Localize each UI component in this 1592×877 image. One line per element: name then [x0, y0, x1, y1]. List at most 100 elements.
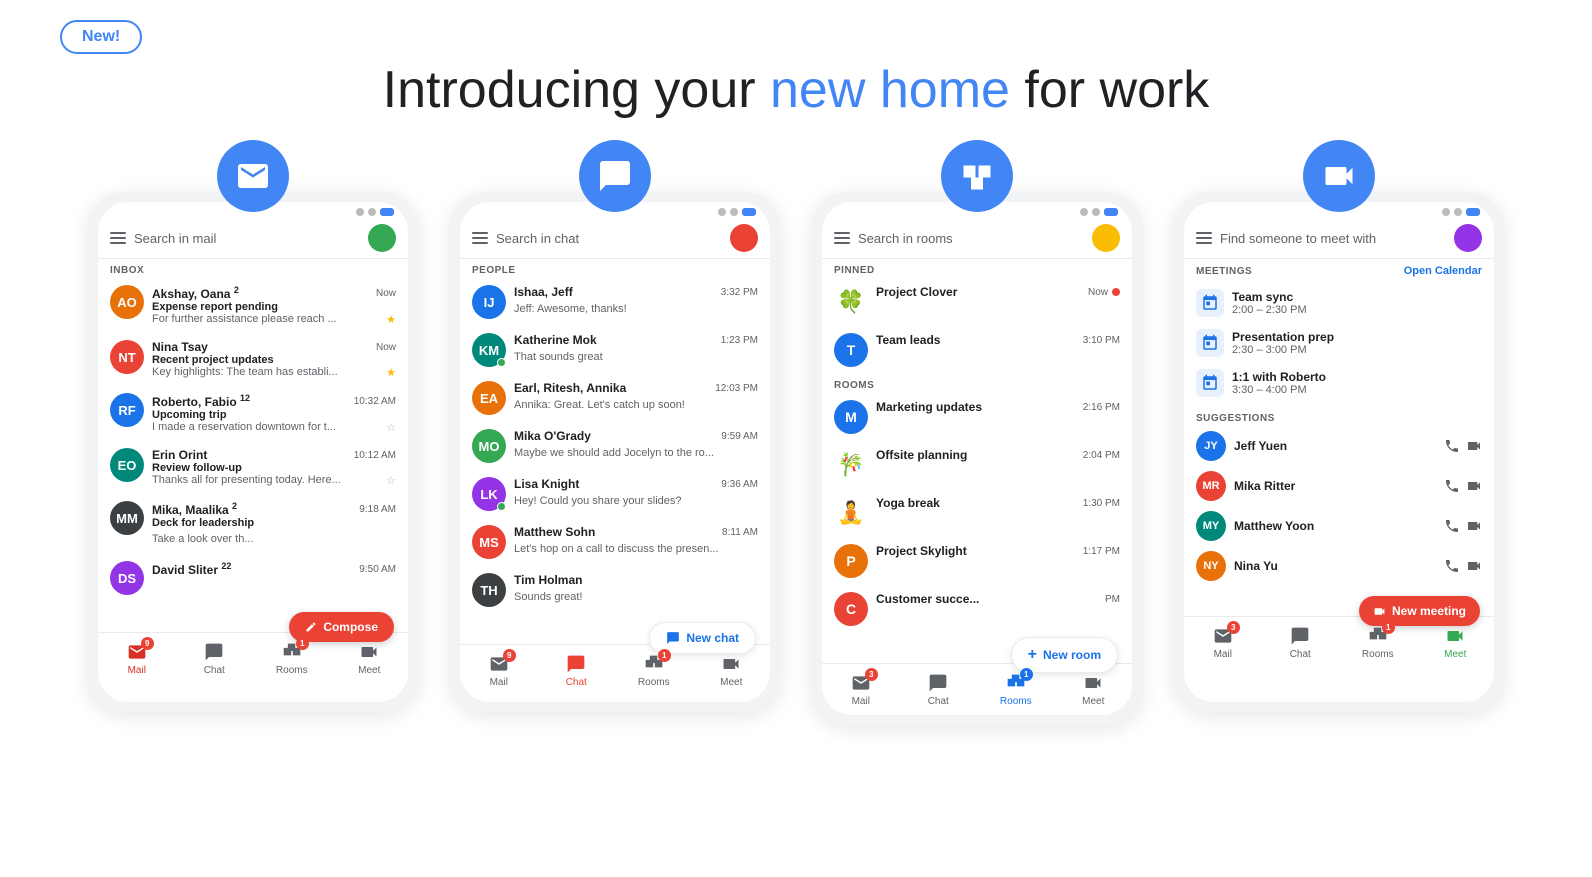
nav-meet[interactable]: Meet [339, 641, 399, 676]
nav-mail-r[interactable]: 3 Mail [831, 672, 891, 707]
meeting-item[interactable]: Presentation prep 2:30 – 3:00 PM [1184, 323, 1494, 363]
avatar-eo: EO [110, 448, 144, 482]
nav-chat-r[interactable]: Chat [908, 672, 968, 707]
meeting-item[interactable]: 1:1 with Roberto 3:30 – 4:00 PM [1184, 363, 1494, 403]
cal-icon-2 [1196, 329, 1224, 357]
meetings-header: MEETINGS Open Calendar [1184, 259, 1494, 283]
nav-rooms-m[interactable]: 1 Rooms [1348, 625, 1408, 660]
list-item[interactable]: KM Katherine Mok 1:23 PM That sounds gre… [460, 326, 770, 374]
search-rooms[interactable]: Search in rooms [822, 218, 1132, 259]
list-item[interactable]: M Marketing updates 2:16 PM [822, 393, 1132, 441]
list-item[interactable]: EA Earl, Ritesh, Annika 12:03 PM Annika:… [460, 374, 770, 422]
team-leads-icon: T [834, 333, 868, 367]
suggestion-item[interactable]: MR Mika Ritter [1184, 466, 1494, 506]
meeting-item[interactable]: Team sync 2:00 – 2:30 PM [1184, 283, 1494, 323]
hamburger-meet[interactable] [1196, 232, 1212, 244]
new-badge: New! [60, 20, 142, 54]
list-item[interactable]: MO Mika O'Grady 9:59 AM Maybe we should … [460, 422, 770, 470]
list-item[interactable]: MM Mika, Maalika 2 9:18 AM Deck for lead… [98, 494, 408, 554]
avatar-lk: LK [472, 477, 506, 511]
list-item[interactable]: IJ Ishaa, Jeff 3:32 PM Jeff: Awesome, th… [460, 278, 770, 326]
nav-mail[interactable]: 9 Mail [107, 641, 167, 676]
list-item[interactable]: T Team leads 3:10 PM [822, 326, 1132, 374]
list-item[interactable]: LK Lisa Knight 9:36 AM Hey! Could you sh… [460, 470, 770, 518]
avatar-ao: AO [110, 285, 144, 319]
list-item[interactable]: RF Roberto, Fabio 12 10:32 AM Upcoming t… [98, 386, 408, 441]
phone-rooms: Search in rooms PINNED 🍀 Project Clover … [807, 140, 1147, 725]
nav-rooms-c[interactable]: 1 Rooms [624, 653, 684, 688]
search-chat-text: Search in chat [496, 231, 722, 246]
hamburger-chat[interactable] [472, 232, 488, 244]
suggestion-item[interactable]: NY Nina Yu [1184, 546, 1494, 586]
meet-icon-circle [1303, 140, 1375, 212]
nav-chat[interactable]: Chat [184, 641, 244, 676]
avatar-ij: IJ [472, 285, 506, 319]
phone-mail: Search in mail INBOX AO Akshay, Oana 2 N… [83, 140, 423, 712]
avatar-my: MY [1196, 511, 1226, 541]
customer-icon: C [834, 592, 868, 626]
list-item[interactable]: MS Matthew Sohn 8:11 AM Let's hop on a c… [460, 518, 770, 566]
list-item[interactable]: TH Tim Holman Sounds great! [460, 566, 770, 614]
nav-meet-m[interactable]: Meet [1425, 625, 1485, 660]
user-avatar-meet[interactable] [1454, 224, 1482, 252]
avatar-rf: RF [110, 393, 144, 427]
inbox-label: INBOX [98, 259, 408, 278]
list-item[interactable]: 🧘 Yoga break 1:30 PM [822, 489, 1132, 537]
list-item[interactable]: NT Nina Tsay Now Recent project updates … [98, 333, 408, 386]
suggestion-item[interactable]: JY Jeff Yuen [1184, 426, 1494, 466]
avatar-km: KM [472, 333, 506, 367]
search-chat[interactable]: Search in chat [460, 218, 770, 259]
clover-icon: 🍀 [834, 285, 868, 319]
suggestion-item[interactable]: MY Matthew Yoon [1184, 506, 1494, 546]
skylight-icon: P [834, 544, 868, 578]
rooms-icon-circle [941, 140, 1013, 212]
nav-meet-r[interactable]: Meet [1063, 672, 1123, 707]
mail-icon-circle [217, 140, 289, 212]
open-calendar-link[interactable]: Open Calendar [1404, 265, 1482, 277]
cal-icon-3 [1196, 369, 1224, 397]
nav-mail-c[interactable]: 9 Mail [469, 653, 529, 688]
avatar-ds: DS [110, 561, 144, 595]
pinned-label: PINNED [822, 259, 1132, 278]
nav-rooms[interactable]: 1 Rooms [262, 641, 322, 676]
list-item[interactable]: AO Akshay, Oana 2 Now Expense report pen… [98, 278, 408, 333]
avatar-mr: MR [1196, 471, 1226, 501]
yoga-icon: 🧘 [834, 496, 868, 530]
nav-chat-m[interactable]: Chat [1270, 625, 1330, 660]
marketing-icon: M [834, 400, 868, 434]
phone-chat: Search in chat PEOPLE IJ Ishaa, Jeff 3:3… [445, 140, 785, 712]
nav-mail-m[interactable]: 3 Mail [1193, 625, 1253, 660]
avatar-mo: MO [472, 429, 506, 463]
avatar-era: EA [472, 381, 506, 415]
avatar-jy: JY [1196, 431, 1226, 461]
nav-chat-c[interactable]: Chat [546, 653, 606, 688]
unread-dot [1112, 288, 1120, 296]
search-mail[interactable]: Search in mail [98, 218, 408, 259]
avatar-ms: MS [472, 525, 506, 559]
nav-rooms-r[interactable]: 1 Rooms [986, 672, 1046, 707]
headline: Introducing your new home for work [383, 60, 1210, 120]
cal-icon-1 [1196, 289, 1224, 317]
new-meeting-button[interactable]: New meeting [1359, 596, 1480, 626]
nav-meet-c[interactable]: Meet [701, 653, 761, 688]
user-avatar-chat[interactable] [730, 224, 758, 252]
user-avatar-mail[interactable] [368, 224, 396, 252]
search-meet-text: Find someone to meet with [1220, 231, 1446, 246]
offsite-icon: 🎋 [834, 448, 868, 482]
list-item[interactable]: EO Erin Orint 10:12 AM Review follow-up … [98, 441, 408, 494]
list-item[interactable]: 🎋 Offsite planning 2:04 PM [822, 441, 1132, 489]
avatar-mm: MM [110, 501, 144, 535]
list-item[interactable]: 🍀 Project Clover Now [822, 278, 1132, 326]
search-rooms-text: Search in rooms [858, 231, 1084, 246]
people-label: PEOPLE [460, 259, 770, 278]
hamburger-mail[interactable] [110, 232, 126, 244]
phones-row: Search in mail INBOX AO Akshay, Oana 2 N… [40, 140, 1552, 725]
list-item[interactable]: P Project Skylight 1:17 PM [822, 537, 1132, 585]
list-item[interactable]: DS David Sliter 22 9:50 AM [98, 554, 408, 602]
search-meet[interactable]: Find someone to meet with [1184, 218, 1494, 259]
list-item[interactable]: C Customer succe... PM [822, 585, 1132, 633]
avatar-nt: NT [110, 340, 144, 374]
hamburger-rooms[interactable] [834, 232, 850, 244]
chat-icon-circle [579, 140, 651, 212]
user-avatar-rooms[interactable] [1092, 224, 1120, 252]
